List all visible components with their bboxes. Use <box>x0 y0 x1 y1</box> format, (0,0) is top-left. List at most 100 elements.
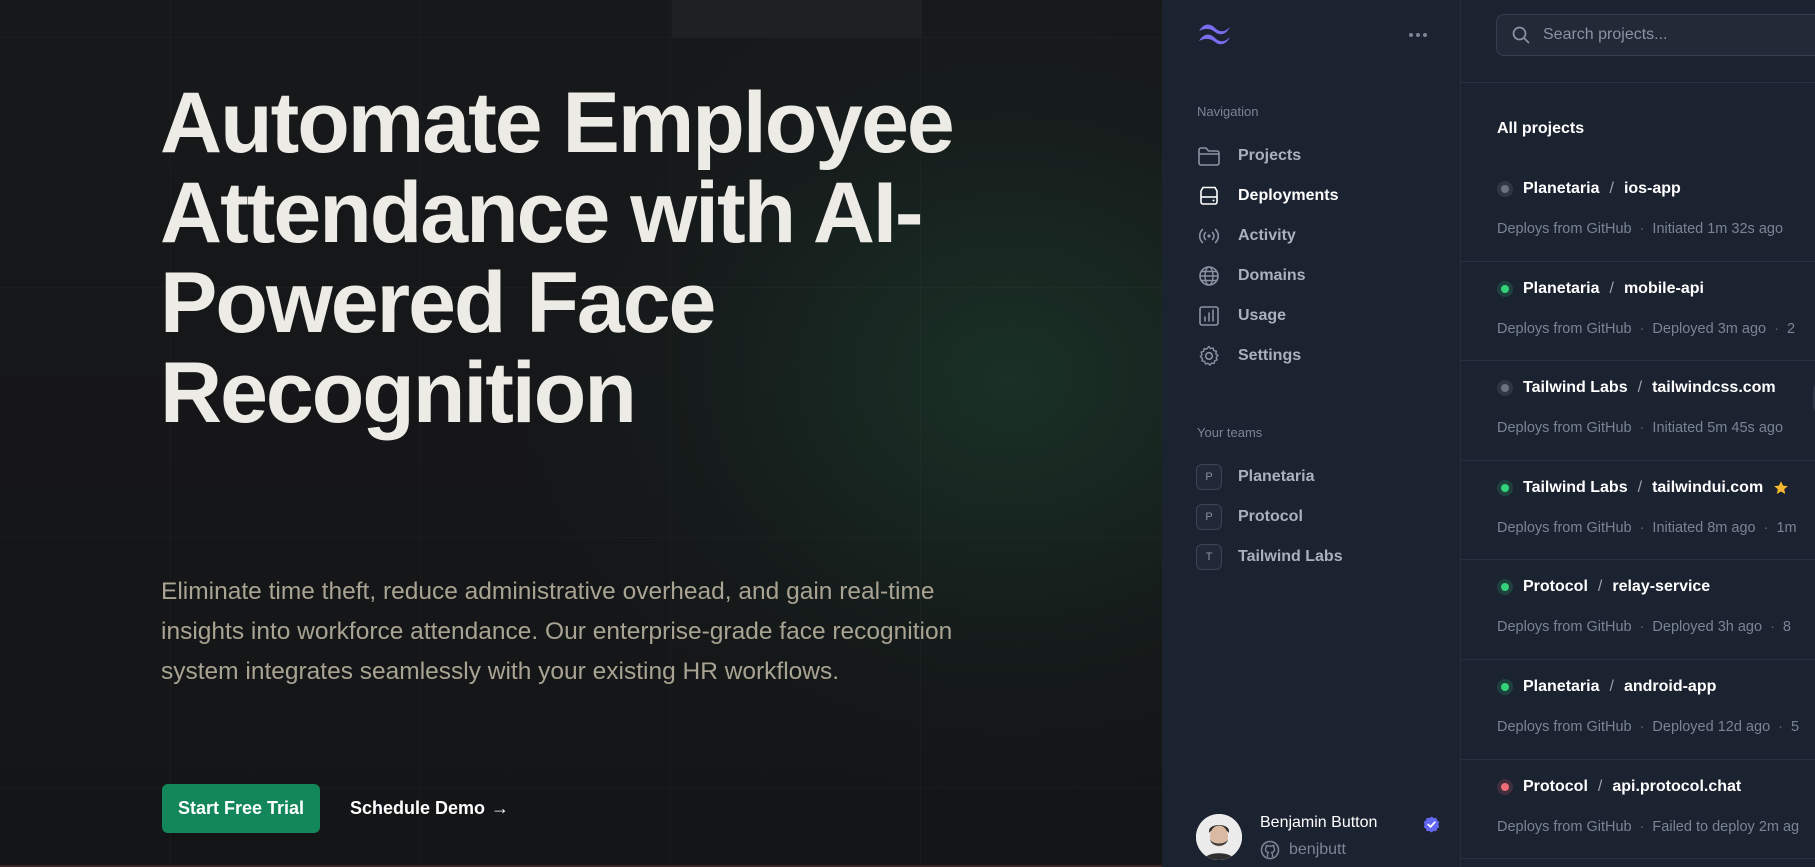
chart-icon <box>1199 306 1219 326</box>
project-name: android-app <box>1623 677 1717 695</box>
hero-title: Automate Employee Attendance with AI-Pow… <box>160 75 955 441</box>
status-indicator <box>1497 181 1513 197</box>
primary-nav: Projects Deployments Activity Domains Us… <box>1184 136 1439 376</box>
project-meta: Deploys from GitHub · Deployed 3m ago · … <box>1497 320 1796 337</box>
team-item-planetaria[interactable]: P Planetaria <box>1184 457 1439 497</box>
page-title: All projects <box>1497 120 1585 137</box>
start-free-trial-button[interactable]: Start Free Trial <box>162 784 320 833</box>
project-detail: Initiated 8m ago <box>1652 519 1756 536</box>
list-item[interactable]: Tailwind Labs / tailwindcss.com Deploys … <box>1461 361 1815 461</box>
project-name: api.protocol.chat <box>1612 777 1742 795</box>
teams-label: Your teams <box>1197 425 1263 440</box>
user-name: Benjamin Button <box>1260 814 1378 831</box>
project-title: Planetaria / android-app <box>1497 678 1716 696</box>
hero-subtitle: Eliminate time theft, reduce administrat… <box>161 578 953 685</box>
project-title: Protocol / api.protocol.chat <box>1497 778 1741 796</box>
project-meta: Deploys from GitHub · Deployed 3h ago · … <box>1497 619 1791 636</box>
nav-label: Usage <box>1238 307 1287 324</box>
project-title: Planetaria / ios-app <box>1497 180 1681 198</box>
project-title: Protocol / relay-service <box>1497 578 1710 596</box>
list-item[interactable]: Planetaria / ios-app Deploys from GitHub… <box>1461 162 1815 262</box>
search-bar[interactable] <box>1496 14 1815 56</box>
project-detail: Deployed 3h ago <box>1652 619 1763 636</box>
team-name: Tailwind Labs <box>1238 548 1343 565</box>
project-title: Tailwind Labs / tailwindui.com <box>1497 479 1789 497</box>
project-title: Tailwind Labs / tailwindcss.com <box>1497 379 1776 397</box>
signal-icon <box>1198 228 1220 244</box>
nav-label: Activity <box>1238 227 1296 244</box>
verified-badge-icon <box>1423 816 1440 833</box>
list-item[interactable]: Protocol / api.protocol.chat Deploys fro… <box>1461 760 1815 860</box>
project-detail: Deployed 12d ago <box>1652 718 1771 735</box>
hero-section: Automate Employee Attendance with AI-Pow… <box>0 0 1162 867</box>
project-name: mobile-api <box>1623 279 1704 297</box>
logo-icon[interactable] <box>1196 20 1236 48</box>
project-meta: Deploys from GitHub · Failed to deploy 2… <box>1497 818 1800 835</box>
status-indicator <box>1497 579 1513 596</box>
project-detail: Deployed 3m ago <box>1652 320 1767 337</box>
teams-list: P Planetaria P Protocol T Tailwind Labs <box>1184 457 1439 577</box>
nav-item-deployments[interactable]: Deployments <box>1184 176 1439 216</box>
schedule-demo-link[interactable]: Schedule Demo → <box>350 784 509 833</box>
nav-item-activity[interactable]: Activity <box>1184 216 1439 256</box>
search-input[interactable] <box>1543 26 1803 44</box>
team-initial: P <box>1196 504 1222 530</box>
top-bar <box>1461 0 1815 83</box>
project-team: Planetaria <box>1523 279 1600 297</box>
list-item[interactable]: Protocol / relay-service Deploys from Gi… <box>1461 560 1815 660</box>
project-title: Planetaria / mobile-api <box>1497 280 1704 298</box>
navigation-label: Navigation <box>1197 104 1259 119</box>
folder-icon <box>1198 147 1220 166</box>
project-source: Deploys from GitHub <box>1497 320 1632 337</box>
avatar <box>1196 814 1242 860</box>
team-name: Protocol <box>1238 508 1303 525</box>
project-source: Deploys from GitHub <box>1497 718 1632 735</box>
search-icon <box>1512 26 1530 44</box>
team-initial: P <box>1196 464 1222 490</box>
project-team: Protocol <box>1523 578 1588 596</box>
project-source: Deploys from GitHub <box>1497 818 1632 835</box>
nav-label: Projects <box>1238 147 1302 164</box>
globe-icon <box>1199 266 1219 286</box>
github-handle[interactable]: benjbutt <box>1260 840 1346 860</box>
project-team: Tailwind Labs <box>1523 379 1628 397</box>
nav-label: Settings <box>1238 347 1302 364</box>
team-item-tailwind-labs[interactable]: T Tailwind Labs <box>1184 537 1439 577</box>
decorative-block <box>672 0 922 38</box>
list-item[interactable]: Planetaria / android-app Deploys from Gi… <box>1461 660 1815 760</box>
project-team: Protocol <box>1523 777 1588 795</box>
more-options-icon[interactable] <box>1405 22 1431 48</box>
status-indicator <box>1497 678 1513 695</box>
project-source: Deploys from GitHub <box>1497 420 1632 437</box>
team-initial: T <box>1196 544 1222 570</box>
nav-item-usage[interactable]: Usage <box>1184 296 1439 336</box>
user-handle: benjbutt <box>1289 841 1346 858</box>
user-profile[interactable]: Benjamin Button benjbutt <box>1196 810 1440 860</box>
nav-item-domains[interactable]: Domains <box>1184 256 1439 296</box>
arrow-right-icon: → <box>491 798 510 818</box>
project-team: Tailwind Labs <box>1523 478 1628 496</box>
list-item[interactable]: Planetaria / mobile-api Deploys from Git… <box>1461 262 1815 362</box>
list-item[interactable]: Tailwind Labs / tailwindui.com Deploys f… <box>1461 461 1815 561</box>
nav-item-projects[interactable]: Projects <box>1184 136 1439 176</box>
team-item-protocol[interactable]: P Protocol <box>1184 497 1439 537</box>
project-name: tailwindui.com <box>1652 478 1764 496</box>
project-detail: Initiated 1m 32s ago <box>1652 221 1784 237</box>
project-extra: 1m <box>1776 519 1797 536</box>
status-indicator <box>1497 280 1513 297</box>
star-icon[interactable] <box>1773 480 1789 496</box>
status-indicator <box>1497 380 1513 397</box>
nav-label: Domains <box>1238 267 1306 284</box>
status-indicator <box>1497 479 1513 496</box>
project-team: Planetaria <box>1523 180 1600 197</box>
status-indicator <box>1497 778 1513 795</box>
project-source: Deploys from GitHub <box>1497 519 1632 536</box>
project-name: ios-app <box>1623 180 1681 197</box>
server-icon <box>1200 186 1218 205</box>
nav-item-settings[interactable]: Settings <box>1184 336 1439 376</box>
project-name: relay-service <box>1612 578 1711 596</box>
project-detail: Failed to deploy 2m ag <box>1652 818 1800 835</box>
sidebar: Navigation Projects Deployments Activity… <box>1162 0 1461 867</box>
project-meta: Deploys from GitHub · Initiated 8m ago ·… <box>1497 519 1797 536</box>
project-meta: Deploys from GitHub · Initiated 5m 45s a… <box>1497 420 1784 437</box>
